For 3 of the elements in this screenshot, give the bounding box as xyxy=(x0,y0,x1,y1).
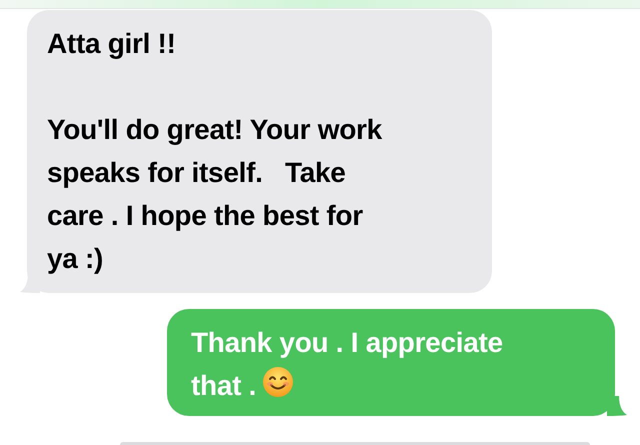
message-text: Thank you . I appreciate that . xyxy=(191,326,504,403)
message-text: Atta girl !! xyxy=(47,27,177,61)
message-text: You'll do great! Your work speaks for itself. Take care . I hope the best for ya :) xyxy=(47,113,383,276)
